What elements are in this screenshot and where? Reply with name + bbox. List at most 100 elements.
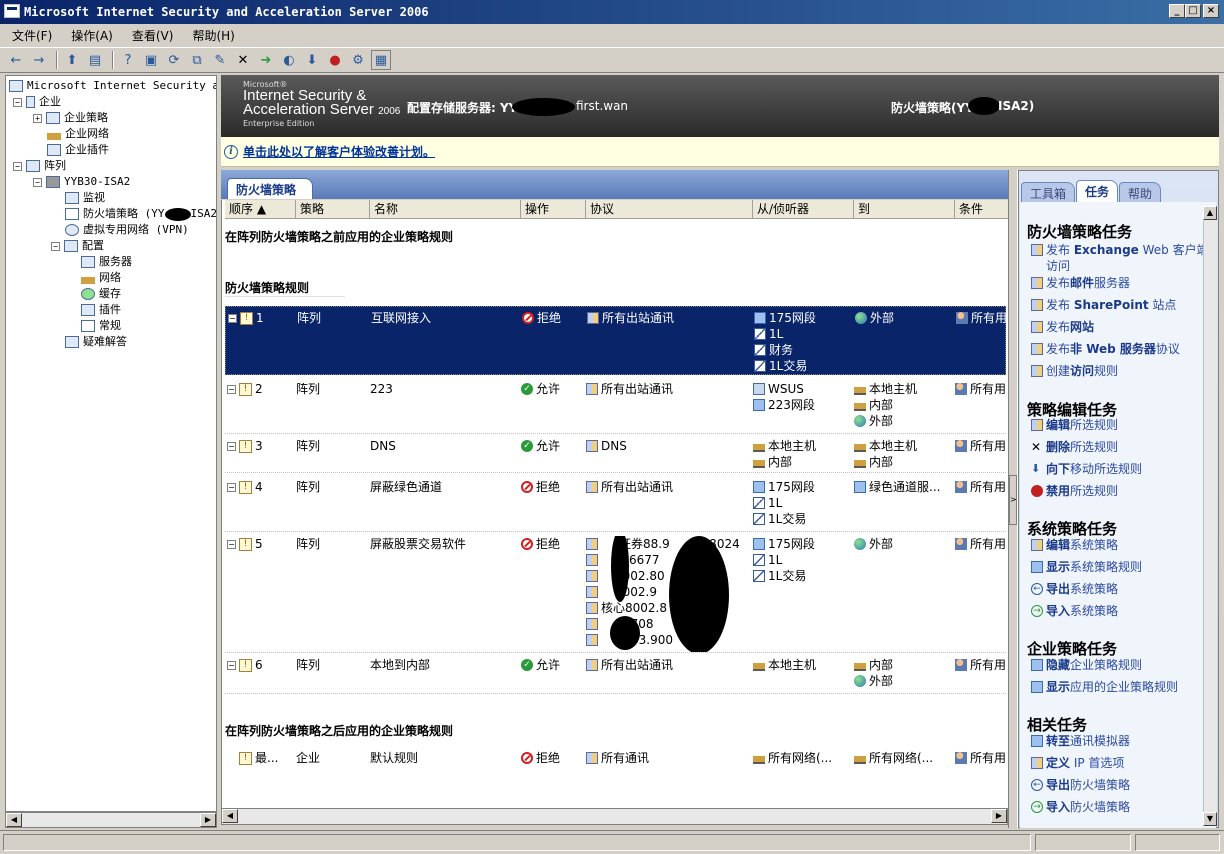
subnet-icon [753,497,765,509]
col-to[interactable]: 到 [854,200,955,219]
tab-toolbox[interactable]: 工具箱 [1021,182,1076,202]
tree-enterprise-addins[interactable]: 企业插件 [47,142,109,158]
rule-row[interactable]: −! 2 阵列 223 ✓ 允许 所有出站通讯 WSUS 223网段 本地主机 内部… [225,378,1006,434]
task-publish-non-web[interactable]: 发布非 Web 服务器协议 [1031,341,1209,357]
scroll-down-icon[interactable]: ▼ [1203,812,1217,826]
tree-enterprise-policy[interactable]: + 企业策略 [33,110,108,126]
task-traffic-simulator[interactable]: 转至通讯模拟器 [1031,733,1209,749]
tree-horizontal-scrollbar[interactable]: ◀ ▶ [5,812,217,828]
tree-monitor[interactable]: 监视 [65,190,105,206]
menu-help[interactable]: 帮助(H) [185,27,241,44]
edit-icon[interactable]: ✎ [210,50,230,70]
scroll-left-icon[interactable]: ◀ [6,813,22,827]
tree-vpn[interactable]: 虚拟专用网络 (VPN) [65,222,189,238]
tree-config[interactable]: − 配置 [51,238,104,254]
go-icon[interactable]: ➜ [256,50,276,70]
scroll-right-icon[interactable]: ▶ [991,809,1007,823]
forward-arrow-icon[interactable]: → [29,50,49,70]
rule-row[interactable]: −! 3 阵列 DNS ✓ 允许 DNS 本地主机 内部 本地主机 内部 所有用 [225,435,1006,473]
collapse-pane-icon[interactable]: > [1009,475,1017,525]
refresh-icon[interactable]: ⟳ [164,50,184,70]
tree-root[interactable]: Microsoft Internet Security and [9,78,216,94]
tree-enterprise[interactable]: − 企业 [13,94,61,110]
menu-file[interactable]: 文件(F) [5,27,59,44]
move-down-icon[interactable]: ⬇ [302,50,322,70]
task-pane-vertical-scrollbar[interactable]: ▲ ▼ [1203,206,1217,826]
task-publish-exchange[interactable]: 发布 Exchange Web 客户端访问 [1031,242,1209,274]
task-move-down[interactable]: ⬇ 向下移动所选规则 [1031,461,1209,477]
task-export-firewall-policy[interactable]: ← 导出防火墙策略 [1031,777,1209,793]
scroll-left-icon[interactable]: ◀ [222,809,238,823]
tree-general[interactable]: 常规 [81,318,121,334]
task-hide-enterprise-rules[interactable]: 隐藏企业策略规则 [1031,657,1209,673]
move-up-icon[interactable]: ◐ [279,50,299,70]
network-icon[interactable]: ⚙ [348,50,368,70]
maximize-button[interactable]: □ [1185,4,1201,18]
task-publish-website[interactable]: 发布网站 [1031,319,1209,335]
tree-networks[interactable]: 网络 [81,270,121,286]
task-disable-rule[interactable]: 禁用所选规则 [1031,483,1209,499]
task-publish-mail[interactable]: 发布邮件服务器 [1031,275,1209,291]
task-edit-rule[interactable]: 编辑所选规则 [1031,417,1209,433]
back-arrow-icon[interactable]: ← [6,50,26,70]
minimize-button[interactable]: _ [1169,4,1185,18]
close-button[interactable]: × [1203,4,1219,18]
properties-icon[interactable]: ▣ [141,50,161,70]
task-show-system-rules[interactable]: 显示系统策略规则 [1031,559,1209,575]
task-import-system-policy[interactable]: → 导入系统策略 [1031,603,1209,619]
tree-firewall-policy[interactable]: 防火墙策略 (YY ISA2 [65,206,216,222]
tree-troubleshoot[interactable]: 疑难解答 [65,334,127,350]
localhost-icon [854,383,866,395]
task-edit-system-policy[interactable]: 编辑系统策略 [1031,537,1209,553]
col-conditions[interactable]: 条件 [955,200,1008,219]
info-link[interactable]: 单击此处以了解客户体验改善计划。 [243,143,435,160]
rule-row[interactable]: ! 最... 企业 默认规则 拒绝 所有通讯 所有网络(... 所有网络(... … [225,748,1006,772]
col-policy[interactable]: 策略 [296,200,370,219]
task-create-access-rule[interactable]: 创建访问规则 [1031,363,1209,379]
task-export-system-policy[interactable]: ← 导出系统策略 [1031,581,1209,597]
disable-icon[interactable]: ● [325,50,345,70]
menu-action[interactable]: 操作(A) [64,27,120,44]
copy-icon[interactable]: ⧉ [187,50,207,70]
col-name[interactable]: 名称 [370,200,521,219]
tree-server[interactable]: − YYB30-ISA2 [33,174,130,190]
rule-row[interactable]: −! 4 阵列 屏蔽绿色通道 拒绝 所有出站通讯 175网段 1L 1L交易 绿色… [225,476,1006,532]
globe-icon [854,415,866,427]
tree-servers[interactable]: 服务器 [81,254,132,270]
tab-tasks[interactable]: 任务 [1076,180,1119,202]
task-define-ip-preferences[interactable]: 定义 IP 首选项 [1031,755,1209,771]
rule-row[interactable]: −! 5 阵列 屏蔽股票交易软件 拒绝 证券88.9 0.8024 6677 800… [225,533,1006,653]
show-tree-icon[interactable]: ▤ [85,50,105,70]
help-icon[interactable]: ? [118,50,138,70]
tab-firewall-policy[interactable]: 防火墙策略 [227,178,313,199]
scroll-up-icon[interactable]: ▲ [1203,206,1217,220]
delete-icon[interactable]: ✕ [233,50,253,70]
config-server-domain: first.wan [576,99,629,113]
info-bar[interactable]: i 单击此处以了解客户体验改善计划。 [221,137,1219,167]
col-protocol[interactable]: 协议 [586,200,753,219]
allow-icon: ✓ [521,383,533,395]
rule-row[interactable]: −! 6 阵列 本地到内部 ✓ 允许 所有出站通讯 本地主机 内部 外部 所有用 [225,654,1006,694]
col-action[interactable]: 操作 [521,200,586,219]
col-from[interactable]: 从/侦听器 [753,200,854,219]
tree-cache[interactable]: 缓存 [81,286,121,302]
network-set-icon [753,481,765,493]
task-heading: 防火墙策略任务 [1027,223,1133,241]
task-publish-sharepoint[interactable]: 发布 SharePoint 站点 [1031,297,1209,313]
tree-arrays[interactable]: − 阵列 [13,158,66,174]
log-icon[interactable]: ▦ [371,50,391,70]
menu-view[interactable]: 查看(V) [125,27,181,44]
task-delete-rule[interactable]: ✕ 删除所选规则 [1031,439,1209,455]
tree-addins[interactable]: 插件 [81,302,121,318]
redaction-blob [669,536,729,652]
rule-policy: 阵列 [296,658,321,672]
col-order[interactable]: 顺序 ▲ [225,200,296,219]
tab-help[interactable]: 帮助 [1119,182,1162,202]
task-import-firewall-policy[interactable]: → 导入防火墙策略 [1031,799,1209,815]
up-folder-icon[interactable]: ⬆ [62,50,82,70]
grid-horizontal-scrollbar[interactable]: ◀ ▶ [221,808,1008,825]
scroll-right-icon[interactable]: ▶ [200,813,216,827]
rule-row[interactable]: −! 1 阵列 互联网接入 拒绝 所有出站通讯 175网段 1L 财务 1L交易 … [225,306,1007,375]
tree-enterprise-networks[interactable]: 企业网络 [47,126,109,142]
task-show-enterprise-rules[interactable]: 显示应用的企业策略规则 [1031,679,1209,695]
